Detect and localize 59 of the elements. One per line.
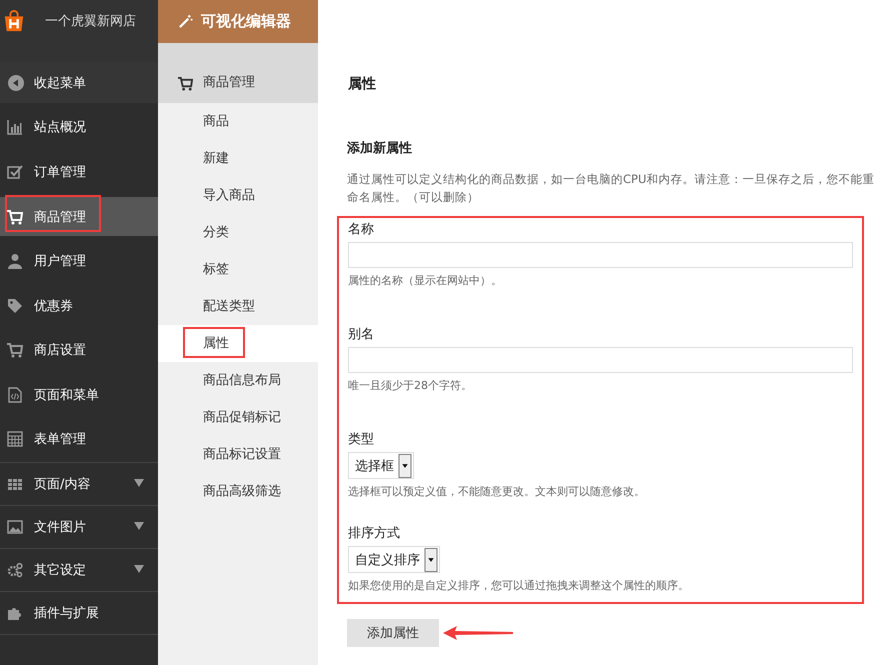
caret-icon [398,454,412,478]
submenu-item[interactable]: 商品标记设置 [158,436,318,473]
description-text: 通过属性可以定义结构化的商品数据，如一台电脑的CPU和内存。请注意：一旦保存之后，您不能重命名属性。（可以删除） [347,171,876,206]
select-field[interactable]: 选择框 [348,452,414,479]
submenu-title: 商品管理 [203,74,255,91]
caret-icon [424,548,438,572]
submenu-item[interactable]: 配送类型 [158,288,318,325]
submenu-item[interactable]: 商品促销标记 [158,399,318,436]
submenu-item[interactable]: 导入商品 [158,177,318,214]
cart-icon [178,76,193,91]
submenu-item[interactable]: 标签 [158,251,318,288]
image-icon [7,518,23,534]
submenu-item[interactable]: 分类 [158,214,318,251]
sidebar-item[interactable]: 商店设置 [0,328,158,372]
cart-icon [7,342,23,358]
field-hint: 如果您使用的是自定义排序，您可以通过拖拽来调整这个属性的顺序。 [348,578,689,593]
page-title: 属性 [347,75,377,94]
store-name: 一个虎翼新网店 [45,13,136,30]
calculator-icon [7,431,23,448]
left-arrow-circle-icon [8,74,24,90]
user-icon [7,253,23,270]
add-attribute-button[interactable]: 添加属性 [347,619,439,647]
sidebar-item[interactable]: 商品管理 [0,197,158,236]
submenu-item[interactable]: 商品高级筛选 [158,473,318,510]
gears-icon [7,562,23,578]
field-label: 名称 [348,221,374,238]
sidebar-item[interactable]: 优惠券 [0,284,158,328]
cart-icon [7,208,23,224]
magic-wand-icon [178,14,193,29]
caret-icon [134,522,144,530]
submenu-item[interactable]: 属性 [158,325,318,362]
caret-icon [134,478,144,486]
sidebar-item[interactable]: 页面和菜单 [0,372,158,417]
field-hint: 属性的名称（显示在网站中）。 [348,273,502,288]
caret-icon [134,564,144,572]
field-hint: 选择框可以预定义值，不能随意更改。文本则可以随意修改。 [348,484,645,499]
code-file-icon [7,386,23,403]
checkbox-icon [7,164,23,180]
input-field[interactable] [348,242,853,268]
submenu-item[interactable]: 商品信息布局 [158,362,318,399]
field-label: 别名 [348,326,374,343]
sidebar-item[interactable]: 表单管理 [0,417,158,462]
bar-chart-icon [7,119,23,136]
field-label: 排序方式 [348,525,400,542]
field-hint: 唯一且须少于28个字符。 [348,378,472,393]
editor-tab[interactable]: 可视化编辑器 [158,0,318,43]
sidebar-item[interactable]: 插件与扩展 [0,590,158,634]
shopping-bag-logo-icon [3,10,25,32]
input-field[interactable] [348,347,853,373]
collapse-menu-button[interactable]: 收起菜单 [0,62,158,103]
sidebar-item[interactable]: 订单管理 [0,150,158,194]
tag-icon [7,298,23,314]
sidebar-item[interactable]: 用户管理 [0,239,158,284]
field-label: 类型 [348,431,374,448]
sidebar-item[interactable]: 站点概况 [0,105,158,150]
submenu-item[interactable]: 新建 [158,140,318,177]
submenu-item[interactable]: 商品 [158,103,318,140]
select-field[interactable]: 自定义排序 [348,546,440,573]
section-title: 添加新属性 [347,140,413,157]
